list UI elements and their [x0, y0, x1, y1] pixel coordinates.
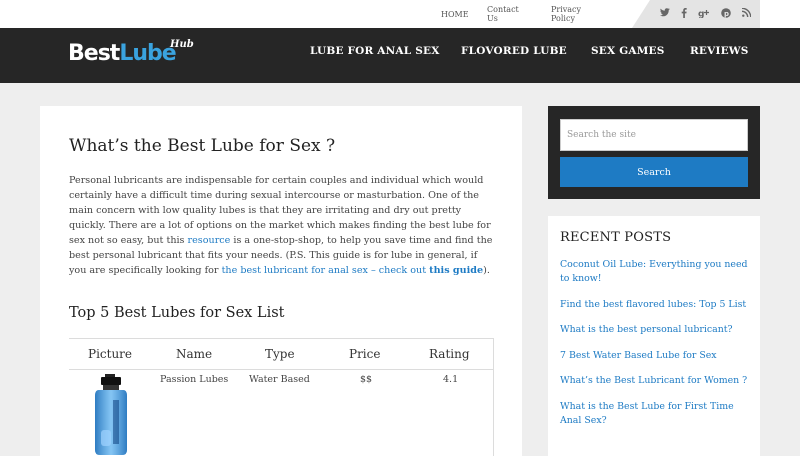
recent-post-link[interactable]: Coconut Oil Lube: Everything you need to…	[560, 259, 748, 284]
article-intro: Personal lubricants are indispensable fo…	[69, 173, 494, 278]
product-rating: 4.1	[443, 374, 459, 385]
svg-text:g: g	[698, 9, 704, 18]
list-item: Find the best flavored lubes: Top 5 List	[560, 298, 750, 312]
article-title: What’s the Best Lube for Sex ?	[69, 136, 336, 156]
intro-link-anal-lube[interactable]: the best lubricant for anal sex – check …	[222, 265, 484, 276]
col-price: Price	[349, 347, 381, 361]
list-item: 7 Best Water Based Lube for Sex	[560, 349, 750, 363]
social-icons: g p	[650, 0, 760, 28]
nav-flovored-lube[interactable]: FLOVORED LUBE	[461, 45, 567, 57]
product-image[interactable]	[89, 374, 133, 456]
top-link-contact[interactable]: Contact Us	[487, 5, 519, 23]
sidebar-search: Search	[548, 106, 760, 199]
lube-table: Picture Name Type Price Rating Passion L…	[69, 338, 494, 456]
recent-posts-title: RECENT POSTS	[560, 230, 672, 245]
recent-post-link[interactable]: What is the best personal lubricant?	[560, 324, 733, 335]
nav-sex-games[interactable]: SEX GAMES	[591, 45, 665, 57]
svg-text:p: p	[724, 10, 729, 18]
intro-link-this-guide: this guide	[429, 265, 484, 276]
facebook-icon[interactable]	[681, 7, 687, 21]
list-item: What’s the Best Lubricant for Women ?	[560, 374, 750, 388]
recent-post-link[interactable]: What’s the Best Lubricant for Women ?	[560, 375, 747, 386]
site-logo[interactable]: BestLube Hub	[68, 39, 194, 69]
intro-link-resource[interactable]: resource	[188, 235, 231, 246]
recent-posts-list: Coconut Oil Lube: Everything you need to…	[560, 258, 750, 439]
recent-post-link[interactable]: Find the best flavored lubes: Top 5 List	[560, 299, 746, 310]
col-type: Type	[265, 347, 295, 361]
recent-post-link[interactable]: What is the Best Lube for First Time Ana…	[560, 401, 734, 426]
top-link-home[interactable]: HOME	[441, 10, 469, 19]
list-item: What is the Best Lube for First Time Ana…	[560, 400, 750, 428]
recent-posts-widget: RECENT POSTS Coconut Oil Lube: Everythin…	[548, 216, 760, 456]
col-name: Name	[176, 347, 213, 361]
top-bar: HOME Contact Us Privacy Policy g p	[0, 0, 800, 28]
article-container: What’s the Best Lube for Sex ? Personal …	[40, 106, 522, 456]
google-plus-icon[interactable]: g	[698, 8, 710, 21]
top-link-privacy[interactable]: Privacy Policy	[551, 5, 581, 23]
list-item: What is the best personal lubricant?	[560, 323, 750, 337]
logo-best: Best	[68, 41, 120, 66]
rss-icon[interactable]	[741, 7, 751, 20]
social-wedge	[632, 0, 650, 28]
product-type: Water Based	[249, 374, 310, 385]
intro-text-3: ).	[483, 265, 490, 276]
col-picture: Picture	[88, 347, 133, 361]
product-name-link[interactable]: Passion Lubes	[160, 374, 228, 385]
table-header: Picture Name Type Price Rating	[69, 338, 494, 370]
product-price: $$	[360, 374, 373, 385]
nav-lube-for-anal-sex[interactable]: LUBE FOR ANAL SEX	[310, 45, 440, 57]
list-item: Coconut Oil Lube: Everything you need to…	[560, 258, 750, 286]
logo-hub: Hub	[170, 39, 194, 50]
col-rating: Rating	[429, 347, 470, 361]
twitter-icon[interactable]	[659, 8, 670, 20]
site-header: BestLube Hub LUBE FOR ANAL SEX FLOVORED …	[0, 28, 800, 83]
recent-post-link[interactable]: 7 Best Water Based Lube for Sex	[560, 350, 717, 361]
nav-reviews[interactable]: REVIEWS	[690, 45, 749, 57]
logo-lube: Lube	[119, 41, 176, 66]
pinterest-icon[interactable]: p	[720, 7, 731, 21]
search-input[interactable]	[560, 119, 748, 151]
list-title: Top 5 Best Lubes for Sex List	[69, 305, 285, 321]
table-row: Passion Lubes Water Based $$ 4.1	[69, 370, 494, 456]
search-button[interactable]: Search	[560, 157, 748, 187]
intro-link-anal-lube-text: the best lubricant for anal sex – check …	[221, 265, 430, 276]
